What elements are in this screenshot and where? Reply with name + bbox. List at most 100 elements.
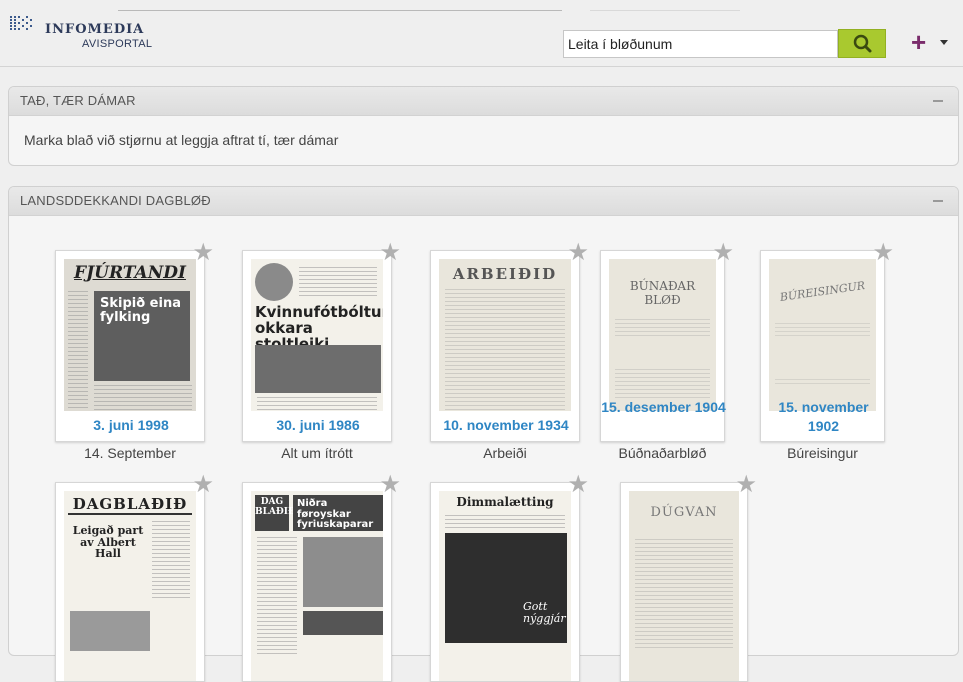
star-icon[interactable]: ★ xyxy=(379,241,401,265)
star-icon[interactable]: ★ xyxy=(567,473,589,497)
text-columns xyxy=(775,323,870,339)
cover-photo xyxy=(70,611,150,651)
search-icon xyxy=(853,34,872,53)
favorites-panel-header[interactable]: TAÐ, TÆR DÁMAR xyxy=(9,87,958,116)
logo-dot xyxy=(26,28,28,30)
text-columns xyxy=(635,539,733,649)
paper-thumbnail[interactable]: Kvinnufótbóltur okkara stoltleiki 30. ju… xyxy=(242,241,401,442)
chevron-down-icon[interactable] xyxy=(940,40,948,45)
paper-name[interactable]: Búreisingur xyxy=(760,445,885,461)
paper-thumbnail[interactable]: ARBEIÐID 10. november 1934 ★ xyxy=(430,241,589,442)
text-columns xyxy=(445,515,565,529)
cover-photo xyxy=(445,533,567,643)
paper-thumbnail[interactable]: Dimmalætting Gott nýggjár ★ xyxy=(430,473,589,682)
cover-photo xyxy=(303,537,383,607)
masthead: BÚNAÐAR BLØÐ xyxy=(629,279,696,307)
logo-dot xyxy=(22,19,24,21)
newspaper-cover-image: BÚREISINGUR xyxy=(769,259,876,411)
papers-panel-header[interactable]: LANDSDDEKKANDI DAGBLØÐ xyxy=(9,187,958,216)
text-columns xyxy=(152,521,190,601)
masthead: ARBEIÐID xyxy=(452,265,558,283)
favorites-hint: Marka blað við stjørnu at leggja aftrat … xyxy=(24,132,339,148)
favorites-panel-title: TAÐ, TÆR DÁMAR xyxy=(20,93,136,108)
logo-dot xyxy=(26,16,28,18)
cover-headline: Skipið eina fylking xyxy=(100,296,181,325)
paper-thumbnail[interactable]: FJÚRTANDI Skipið eina fylking 3. juni 19… xyxy=(55,241,214,442)
text-columns xyxy=(299,267,377,297)
star-icon[interactable]: ★ xyxy=(735,473,757,497)
logo-dot xyxy=(14,22,16,24)
masthead: DAG BLAÐIÐ xyxy=(255,497,296,517)
logo-dot xyxy=(14,25,16,27)
paper-name[interactable]: Arbeiði xyxy=(430,445,580,461)
logo-dot xyxy=(10,28,12,30)
paper-thumbnail[interactable]: BÚNAÐAR BLØÐ 15. desember 1904 ★ xyxy=(600,241,734,442)
text-columns xyxy=(257,397,377,411)
text-columns xyxy=(775,379,870,387)
add-button[interactable]: + xyxy=(911,28,926,56)
star-icon[interactable]: ★ xyxy=(712,241,734,265)
star-icon[interactable]: ★ xyxy=(192,241,214,265)
headline-block xyxy=(303,611,383,635)
cover-photo xyxy=(255,345,381,393)
logo-dot xyxy=(10,25,12,27)
paper-date[interactable]: 15. desember 1904 xyxy=(601,398,726,417)
favorites-panel: TAÐ, TÆR DÁMAR Marka blað við stjørnu at… xyxy=(8,86,959,166)
cover-photo xyxy=(255,263,293,301)
masthead: DAGBLAÐIÐ xyxy=(68,495,192,515)
masthead: BÚREISINGUR xyxy=(779,279,866,304)
paper-name[interactable]: Búðnaðarbløð xyxy=(600,445,725,461)
logo-dot xyxy=(22,25,24,27)
top-divider-right xyxy=(590,10,740,11)
logo-dot xyxy=(30,25,32,27)
search-button[interactable] xyxy=(838,29,886,58)
collapse-icon[interactable] xyxy=(933,100,943,102)
star-icon[interactable]: ★ xyxy=(567,241,589,265)
paper-name[interactable]: Alt um ítrótt xyxy=(242,445,392,461)
text-columns xyxy=(257,537,297,657)
newspaper-cover-image: DAG BLAÐIÐ Niðra føroyskar fyriuskaparar xyxy=(251,491,383,681)
logo-dot xyxy=(18,16,20,18)
papers-panel-title: LANDSDDEKKANDI DAGBLØÐ xyxy=(20,193,211,208)
logo-dot xyxy=(18,22,20,24)
logo-dot xyxy=(18,28,20,30)
logo-dot xyxy=(14,16,16,18)
paper-name[interactable]: 14. September xyxy=(55,445,205,461)
text-columns xyxy=(615,319,710,339)
masthead: Dimmalætting xyxy=(456,495,554,509)
search-box xyxy=(563,30,838,58)
paper-thumbnail[interactable]: DAG BLAÐIÐ Niðra føroyskar fyriuskaparar… xyxy=(242,473,401,682)
paper-thumbnail[interactable]: BÚREISINGUR 15. november 1902 ★ xyxy=(760,241,894,442)
paper-thumbnail[interactable]: DÚGVAN ★ xyxy=(620,473,757,682)
masthead: DÚGVAN xyxy=(650,505,718,520)
logo-dot xyxy=(10,22,12,24)
infomedia-logo-icon xyxy=(10,16,38,32)
star-icon[interactable]: ★ xyxy=(379,473,401,497)
logo-dot xyxy=(10,19,12,21)
newspaper-cover-image: DAGBLAÐIÐ Leigað part av Albert Hall xyxy=(64,491,196,681)
text-columns xyxy=(615,369,710,399)
collapse-icon[interactable] xyxy=(933,200,943,202)
cover-headline: Gott nýggjár xyxy=(523,600,566,625)
star-icon[interactable]: ★ xyxy=(192,473,214,497)
paper-thumbnail[interactable]: DAGBLAÐIÐ Leigað part av Albert Hall ★ xyxy=(55,473,214,682)
newspaper-cover-image: Dimmalætting Gott nýggjár xyxy=(439,491,571,681)
paper-date[interactable]: 10. november 1934 xyxy=(431,416,581,435)
search-input[interactable] xyxy=(568,31,828,57)
masthead: FJÚRTANDI xyxy=(74,263,186,283)
paper-date[interactable]: 30. juni 1986 xyxy=(243,416,393,435)
newspaper-cover-image: FJÚRTANDI Skipið eina fylking xyxy=(64,259,196,411)
logo-subtitle: AVISPORTAL xyxy=(82,38,153,50)
paper-date[interactable]: 3. juni 1998 xyxy=(56,416,206,435)
newspaper-cover-image: ARBEIÐID xyxy=(439,259,571,411)
newspaper-cover-image: DÚGVAN xyxy=(629,491,739,681)
logo-dot xyxy=(14,28,16,30)
top-divider xyxy=(118,10,562,11)
star-icon[interactable]: ★ xyxy=(872,241,894,265)
paper-date[interactable]: 15. november 1902 xyxy=(761,398,886,436)
logo-dot xyxy=(10,16,12,18)
cover-headline: Niðra føroyskar fyriuskaparar xyxy=(297,498,374,530)
newspaper-cover-image: Kvinnufótbóltur okkara stoltleiki xyxy=(251,259,383,411)
logo-dot xyxy=(30,19,32,21)
logo-dot xyxy=(14,19,16,21)
